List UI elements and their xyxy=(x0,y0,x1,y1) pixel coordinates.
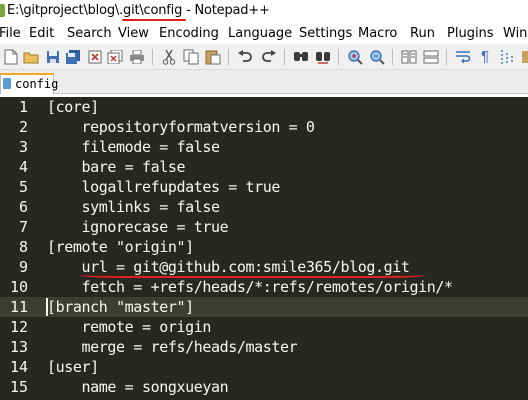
menu-search[interactable]: Search xyxy=(67,26,112,41)
editor-line: 4 bare = false xyxy=(0,157,528,177)
word-wrap-icon[interactable] xyxy=(454,48,472,66)
editor-line: 6 symlinks = false xyxy=(0,197,528,217)
line-number: 4 xyxy=(18,158,28,176)
save-all-icon[interactable] xyxy=(64,48,82,66)
menu-encoding[interactable]: Encoding xyxy=(159,26,219,41)
sync-horizontal-scroll-icon[interactable] xyxy=(422,48,440,66)
editor-line: 15 name = songxueyan xyxy=(0,377,528,397)
editor-line: 12 remote = origin xyxy=(0,317,528,337)
replace-icon[interactable] xyxy=(314,48,332,66)
title-underline-annotation xyxy=(122,19,186,21)
line-text: symlinks = false xyxy=(47,198,221,216)
editor-line: 13 merge = refs/heads/master xyxy=(0,337,528,357)
toolbar-separator xyxy=(152,49,153,65)
line-text: [user] xyxy=(47,358,99,376)
open-file-icon[interactable] xyxy=(22,48,40,66)
zoom-in-icon[interactable] xyxy=(346,48,364,66)
save-icon[interactable] xyxy=(44,48,62,66)
editor-line: 5 logallrefupdates = true xyxy=(0,177,528,197)
menu-bar: File Edit Search View Encoding Language … xyxy=(0,22,528,44)
line-text: merge = refs/heads/master xyxy=(47,338,298,356)
title-bar: E:\gitproject\blog\.git\config - Notepad… xyxy=(0,0,528,22)
line-number: 9 xyxy=(18,258,28,276)
document-icon xyxy=(3,78,11,89)
notepadpp-icon xyxy=(0,4,5,17)
editor-line-current: 11 [branch "master"] xyxy=(0,297,528,317)
line-text: filemode = false xyxy=(47,138,221,156)
toolbar-separator xyxy=(284,49,285,65)
toolbar-separator xyxy=(228,49,229,65)
paste-icon[interactable] xyxy=(204,48,222,66)
menu-edit[interactable]: Edit xyxy=(29,26,54,41)
line-number: 2 xyxy=(18,118,28,136)
menu-settings[interactable]: Settings xyxy=(299,26,352,41)
find-icon[interactable] xyxy=(292,48,310,66)
menu-plugins[interactable]: Plugins xyxy=(447,26,494,41)
show-all-chars-icon[interactable]: ¶ xyxy=(476,48,494,66)
line-text: fetch = +refs/heads/*:refs/remotes/origi… xyxy=(47,278,454,296)
line-text: url = git@github.com:smile365/blog.git xyxy=(47,258,410,276)
menu-view[interactable]: View xyxy=(118,26,149,41)
url-underline-annotation xyxy=(80,275,425,278)
line-number: 13 xyxy=(9,338,28,356)
user-language-icon[interactable] xyxy=(518,48,528,66)
line-text: [branch "master"] xyxy=(47,298,194,316)
line-number: 12 xyxy=(9,318,28,336)
new-file-icon[interactable] xyxy=(2,48,20,66)
undo-icon[interactable] xyxy=(236,48,254,66)
line-text: [core] xyxy=(47,98,99,116)
tab-config[interactable]: config xyxy=(0,73,58,94)
indent-guide-icon[interactable] xyxy=(498,48,516,66)
print-icon[interactable] xyxy=(128,48,146,66)
redo-icon[interactable] xyxy=(260,48,278,66)
editor-line: 3 filemode = false xyxy=(0,137,528,157)
editor-line: 2 repositoryformatversion = 0 xyxy=(0,117,528,137)
menu-file[interactable]: File xyxy=(0,26,21,41)
toolbar-separator xyxy=(392,49,393,65)
line-text: ignorecase = true xyxy=(47,218,229,236)
line-number: 15 xyxy=(9,378,28,396)
close-all-icon[interactable] xyxy=(106,48,124,66)
zoom-out-icon[interactable] xyxy=(368,48,386,66)
editor-line: 1 [core] xyxy=(0,97,528,117)
code-editor[interactable]: 1 [core] 2 repositoryformatversion = 0 3… xyxy=(0,97,528,400)
line-number: 6 xyxy=(18,198,28,216)
tab-label: config xyxy=(15,77,59,91)
editor-line: 7 ignorecase = true xyxy=(0,217,528,237)
line-number: 5 xyxy=(18,178,28,196)
window-title: E:\gitproject\blog\.git\config - Notepad… xyxy=(7,3,270,18)
line-text: remote = origin xyxy=(47,318,212,336)
toolbar-separator xyxy=(338,49,339,65)
menu-macro[interactable]: Macro xyxy=(358,26,397,41)
line-number: 10 xyxy=(9,278,28,296)
toolbar-separator xyxy=(446,49,447,65)
line-text: bare = false xyxy=(47,158,186,176)
editor-line: 14 [user] xyxy=(0,357,528,377)
editor-line: 10 fetch = +refs/heads/*:refs/remotes/or… xyxy=(0,277,528,297)
menu-window[interactable]: Window xyxy=(503,26,528,41)
copy-icon[interactable] xyxy=(182,48,200,66)
line-number: 7 xyxy=(18,218,28,236)
line-text: logallrefupdates = true xyxy=(47,178,281,196)
line-text: name = songxueyan xyxy=(47,378,229,396)
toolbar: ¶ xyxy=(0,44,528,70)
line-number: 8 xyxy=(18,238,28,256)
line-number: 14 xyxy=(9,358,28,376)
editor-line: 9 url = git@github.com:smile365/blog.git xyxy=(0,257,528,277)
close-icon[interactable] xyxy=(86,48,104,66)
line-number: 1 xyxy=(18,98,28,116)
cut-icon[interactable] xyxy=(160,48,178,66)
tab-bar: config xyxy=(0,70,528,94)
line-text: repositoryformatversion = 0 xyxy=(47,118,315,136)
menu-run[interactable]: Run xyxy=(410,26,435,41)
sync-scroll-icon[interactable] xyxy=(400,48,418,66)
editor-line: 8 [remote "origin"] xyxy=(0,237,528,257)
menu-language[interactable]: Language xyxy=(228,26,292,41)
line-number: 11 xyxy=(9,298,28,316)
line-text: [remote "origin"] xyxy=(47,238,194,256)
line-number: 3 xyxy=(18,138,28,156)
